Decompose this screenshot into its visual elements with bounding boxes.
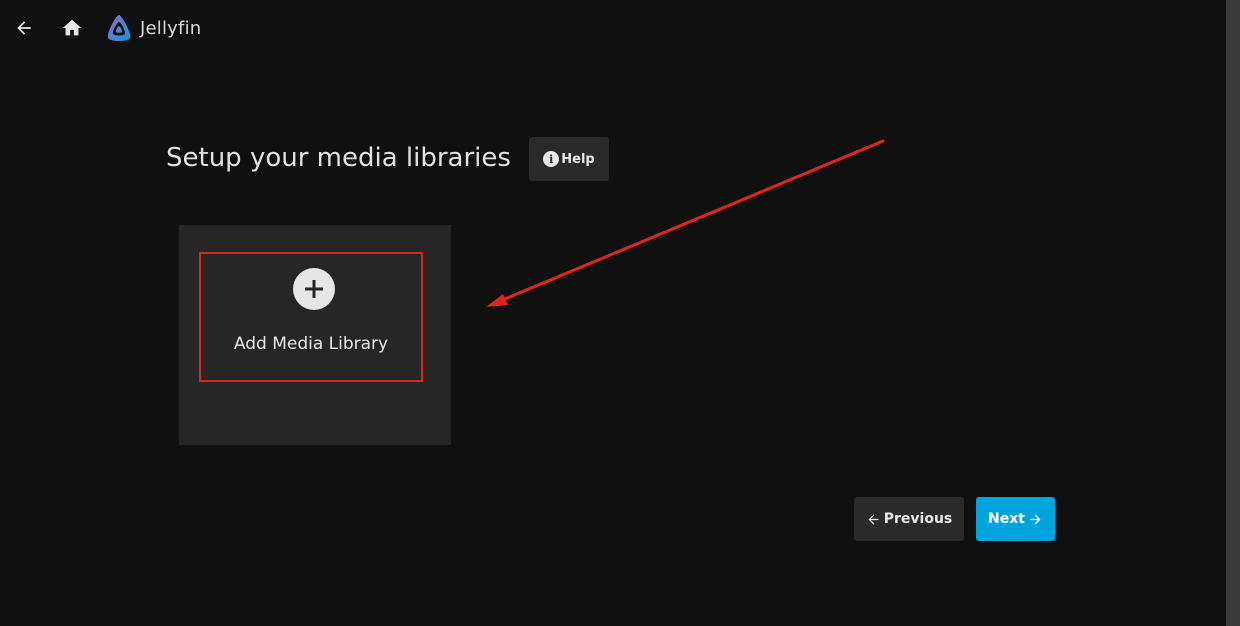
jellyfin-logo-link[interactable]: Jellyfin [104,12,201,44]
next-button-label: Next [988,511,1025,527]
previous-button[interactable]: Previous [854,497,964,541]
help-button[interactable]: i Help [529,137,609,181]
arrow-left-icon [17,21,31,35]
previous-button-label: Previous [883,511,953,527]
info-icon: i [543,151,560,167]
header-bar: Jellyfin [0,0,1226,56]
arrow-left-icon [868,514,879,524]
next-button[interactable]: Next [976,497,1055,541]
jellyfin-logo-icon [107,15,131,41]
arrow-right-icon [1030,514,1041,524]
home-icon [62,19,82,36]
home-button[interactable] [58,14,86,42]
scrollbar[interactable] [1226,0,1240,626]
plus-icon [305,280,323,298]
app-window: Jellyfin Setup your media libraries i He… [0,0,1240,626]
add-media-library-button[interactable]: Add Media Library [199,252,423,382]
add-circle-icon [293,268,335,310]
brand-name: Jellyfin [140,17,202,39]
add-media-library-label: Add Media Library [233,334,389,354]
page-title: Setup your media libraries [166,143,511,173]
back-button[interactable] [10,14,38,42]
help-button-label: Help [561,151,595,167]
